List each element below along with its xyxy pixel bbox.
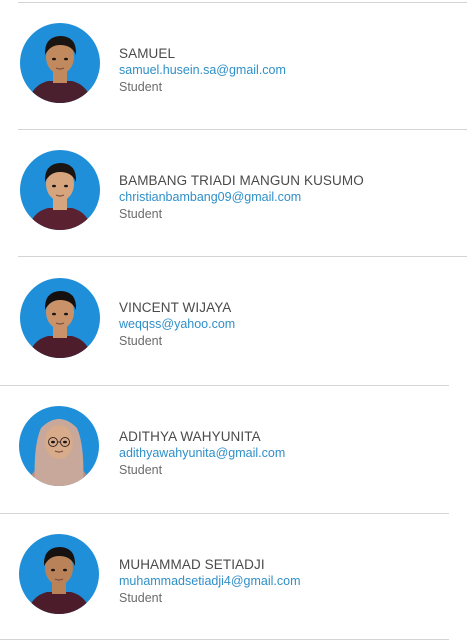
member-name: VINCENT WIJAYA [119,300,232,315]
avatar-portrait [20,278,100,358]
divider [0,385,449,386]
member-name: SAMUEL [119,46,176,61]
member-role: Student [119,207,163,221]
divider [0,639,449,640]
member-role: Student [119,463,163,477]
member-name: MUHAMMAD SETIADJI [119,557,265,572]
member-email-link[interactable]: muhammadsetiadji4@gmail.com [119,573,301,590]
divider [18,2,467,3]
avatar-portrait [19,534,99,614]
avatar[interactable] [20,278,100,358]
member-email-link[interactable]: adithyawahyunita@gmail.com [119,445,285,462]
member-role: Student [119,591,163,605]
member-email-link[interactable]: christianbambang09@gmail.com [119,189,364,206]
member-role: Student [119,334,163,348]
avatar[interactable] [20,23,100,103]
divider [18,256,467,257]
avatar-portrait [19,406,99,486]
avatar-portrait [20,150,100,230]
avatar-portrait [20,23,100,103]
member-email-link[interactable]: samuel.husein.sa@gmail.com [119,62,286,79]
avatar[interactable] [20,150,100,230]
member-email-link[interactable]: weqqss@yahoo.com [119,316,235,333]
member-name: BAMBANG TRIADI MANGUN KUSUMO [119,173,364,188]
member-name: ADITHYA WAHYUNITA [119,429,261,444]
avatar[interactable] [19,406,99,486]
divider [18,129,467,130]
avatar[interactable] [19,534,99,614]
divider [0,513,449,514]
member-role: Student [119,80,163,94]
